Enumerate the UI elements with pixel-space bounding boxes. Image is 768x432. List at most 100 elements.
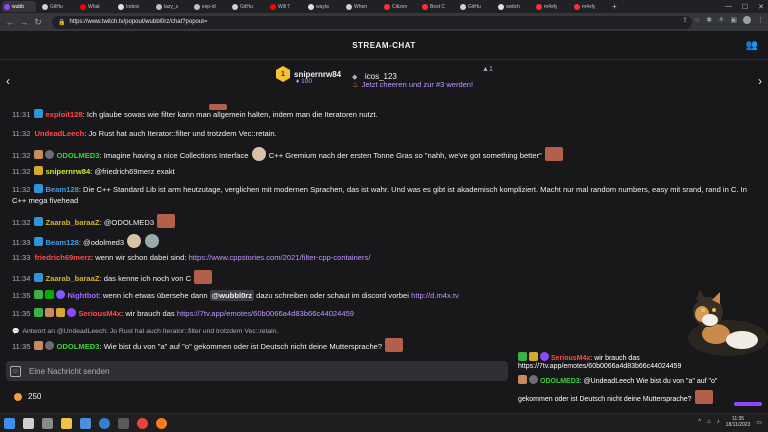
browser-tab[interactable]: Citizen — [382, 1, 416, 12]
browser-tab[interactable]: GitHu — [40, 1, 74, 12]
app-icon[interactable] — [156, 417, 167, 429]
badge-icon[interactable] — [45, 308, 55, 317]
cheer-prompt[interactable]: ♨ Jetzt cheeren und zur #3 werden! — [352, 80, 473, 89]
leaderboard-first-place[interactable]: 1 snipernrw84 ♦ 100 — [276, 66, 341, 85]
channel-points[interactable]: 250 — [14, 392, 41, 401]
browser-tab[interactable]: Will T — [268, 1, 302, 12]
minimize-icon[interactable]: — — [725, 3, 732, 10]
profile-avatar[interactable] — [743, 16, 751, 24]
badge-icon[interactable] — [34, 290, 44, 299]
chat-username[interactable]: Nightbot — [67, 291, 98, 300]
message-link[interactable]: https://www.cppstories.com/2021/filter-c… — [189, 253, 371, 262]
browser-tab[interactable]: wubb — [2, 1, 36, 12]
chat-username[interactable]: UndeadLeech — [34, 129, 84, 138]
badge-icon[interactable] — [34, 166, 44, 175]
badge-icon[interactable] — [34, 109, 44, 118]
sidebar-icon[interactable]: ▣ — [730, 16, 737, 24]
browser-tab[interactable]: GitHu — [458, 1, 492, 12]
browser-tab[interactable]: switch — [496, 1, 530, 12]
badge-icon[interactable] — [34, 308, 44, 317]
chrome-icon[interactable] — [137, 417, 148, 429]
notification-icon[interactable]: ▭ — [756, 419, 762, 426]
message-link[interactable]: https://7tv.app/emotes/60b0066a4d83b66c4… — [177, 309, 354, 318]
close-icon[interactable]: ✕ — [758, 3, 764, 11]
browser-tab[interactable]: Best C — [420, 1, 454, 12]
bookmark-star-icon[interactable]: ☆ — [694, 16, 700, 24]
chat-username[interactable]: Zaarab_baraaZ — [45, 274, 99, 283]
address-bar[interactable]: 🔒 https://www.twitch.tv/popout/wubbl0rz/… — [52, 15, 692, 29]
chat-message[interactable]: 11:32 Beam128: Die C++ Standard Lib ist a… — [12, 184, 758, 206]
puzzle-icon[interactable]: ⚘ — [718, 16, 724, 24]
chat-username[interactable]: Beam128 — [45, 238, 78, 247]
browser-tab[interactable]: What — [78, 1, 112, 12]
chat-message[interactable]: 11:32 Zaarab_baraaZ: @ODOLMED3 — [12, 214, 758, 228]
chat-username[interactable]: friedrich69merz — [34, 253, 91, 262]
chat-message[interactable]: 11:33 Beam128: @odolmed3 — [12, 234, 758, 248]
reload-icon[interactable]: ↻ — [32, 16, 44, 28]
badge-icon[interactable] — [34, 237, 44, 246]
search-icon[interactable] — [23, 417, 34, 429]
menu-icon[interactable]: ⋮ — [757, 16, 764, 24]
badge-icon[interactable] — [34, 150, 44, 159]
chat-message[interactable]: 11:32 UndeadLeech: Jo Rust hat auch Itera… — [12, 128, 758, 139]
browser-tab[interactable]: m4xfy — [572, 1, 606, 12]
chat-username[interactable]: snipernrw84 — [45, 167, 90, 176]
badge-icon[interactable] — [34, 217, 44, 226]
chat-username[interactable]: SeriousM4x — [78, 309, 121, 318]
clock[interactable]: 11:35 18/11/2023 — [726, 416, 751, 428]
badge-icon[interactable] — [34, 184, 44, 193]
share-icon[interactable]: ⇪ — [682, 16, 688, 24]
network-icon[interactable]: ⌂ — [707, 419, 711, 425]
badge-icon[interactable] — [45, 341, 55, 350]
chat-username[interactable]: Beam128 — [45, 185, 78, 194]
chat-message[interactable]: 11:34 Zaarab_baraaZ: das kenne ich noch v… — [12, 270, 758, 284]
chat-message[interactable]: 11:35 SeriousM4x: wir brauch das https://… — [12, 308, 758, 319]
chat-username[interactable]: exploit128 — [45, 110, 82, 119]
reply-context[interactable]: 💬 Antwort an @UndeadLeech: Jo Rust hat au… — [12, 328, 278, 335]
windows-start-icon[interactable] — [4, 417, 15, 429]
emote-picker-icon[interactable]: ☺ — [10, 365, 21, 377]
badge-icon[interactable] — [67, 308, 77, 317]
back-icon[interactable]: ← — [4, 16, 16, 28]
extension-icon[interactable]: ✱ — [706, 16, 712, 24]
message-mention[interactable]: @wubbl0rz — [209, 290, 255, 301]
browser-tab[interactable]: esp-id — [192, 1, 226, 12]
chat-message[interactable]: 11:35 Nightbot: wenn ich etwas übersehe d… — [12, 290, 758, 301]
browser-tab[interactable]: Indexi — [116, 1, 150, 12]
new-tab-icon[interactable]: + — [612, 2, 617, 11]
maximize-icon[interactable]: ☐ — [742, 3, 748, 11]
leaderboard-next-icon[interactable]: › — [758, 74, 762, 88]
volume-icon[interactable]: ♪ — [717, 419, 720, 425]
chat-username[interactable]: ODOLMED3 — [56, 151, 99, 160]
tray-chevron-icon[interactable]: ^ — [698, 419, 701, 425]
chat-message[interactable]: 11:33 friedrich69merz: wenn wir schon dab… — [12, 252, 758, 263]
leaderboard-prev-icon[interactable]: ‹ — [6, 74, 10, 88]
chat-username[interactable]: Zaarab_baraaZ — [45, 218, 99, 227]
community-users-icon[interactable]: 👥 — [746, 40, 758, 51]
browser-tab[interactable]: When — [344, 1, 378, 12]
chat-username[interactable]: ODOLMED3 — [56, 342, 99, 351]
badge-icon[interactable] — [34, 341, 44, 350]
chat-message[interactable]: 11:31 exploit128: Ich glaube sowas wie fi… — [12, 109, 758, 120]
chat-message-list[interactable]: 11:31 exploit128: Ich glaube sowas wie fi… — [0, 104, 768, 356]
file-explorer-icon[interactable] — [61, 417, 72, 429]
app-icon[interactable] — [80, 417, 91, 429]
moderator-badge-icon[interactable] — [45, 290, 55, 299]
message-link[interactable]: http://d.m4x.tv — [411, 291, 459, 300]
badge-icon[interactable] — [34, 273, 44, 282]
chat-input[interactable] — [29, 366, 489, 376]
terminal-icon[interactable] — [118, 417, 129, 429]
browser-tab[interactable]: GitHu — [230, 1, 264, 12]
badge-icon[interactable] — [45, 150, 55, 159]
screen: wubb GitHu What Indexi lazy_s esp-id GitHu Will… — [0, 0, 768, 432]
badge-icon[interactable] — [56, 308, 66, 317]
chat-message[interactable]: 11:32 ODOLMED3: Imagine having a nice Col… — [12, 147, 758, 161]
browser-tab[interactable]: m4xfy — [534, 1, 568, 12]
forward-icon[interactable]: → — [18, 16, 30, 28]
chat-message[interactable]: 11:32 snipernrw84: @friedrich69merz exakt — [12, 166, 758, 177]
task-view-icon[interactable] — [42, 417, 53, 429]
browser-tab[interactable]: wayla — [306, 1, 340, 12]
edge-icon[interactable] — [99, 417, 110, 429]
verified-badge-icon[interactable] — [56, 290, 66, 299]
browser-tab[interactable]: lazy_s — [154, 1, 188, 12]
